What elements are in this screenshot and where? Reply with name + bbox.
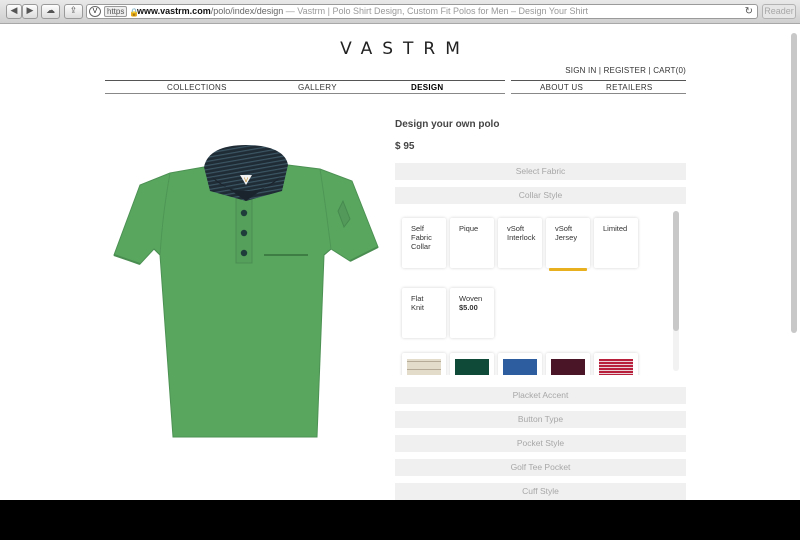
collar-option-vsoft-jersey[interactable]: vSoft Jersey (546, 218, 590, 271)
reader-button[interactable]: Reader (762, 4, 796, 19)
fabric-sample (503, 359, 537, 375)
option-label: vSoft (555, 224, 573, 233)
share-button[interactable]: ⇪ (64, 4, 83, 19)
option-label: Collar (411, 242, 431, 251)
register-link[interactable]: REGISTER (604, 66, 647, 75)
collar-option-limited[interactable]: Limited (594, 218, 638, 268)
collar-option-flat-knit[interactable]: Flat Knit (402, 288, 446, 338)
polo-shirt-preview: V (113, 145, 379, 438)
account-links: SIGN IN | REGISTER | CART(0) (560, 66, 686, 75)
fabric-sample (551, 359, 585, 375)
options-scrollbar-thumb[interactable] (673, 211, 679, 331)
back-button[interactable]: ◀ (6, 4, 22, 19)
collar-option-pique[interactable]: Pique (450, 218, 494, 268)
beige-stripe-swatch[interactable] (402, 353, 446, 375)
nav-about-us[interactable]: ABOUT US (540, 83, 583, 92)
button-icon (240, 249, 248, 257)
section-collar-style[interactable]: Collar Style (395, 187, 686, 204)
red-stripe-swatch[interactable] (594, 353, 638, 375)
collar-option-vsoft-interlock[interactable]: vSoft Interlock (498, 218, 542, 268)
web-page: VASTRM SIGN IN | REGISTER | CART(0) COLL… (0, 25, 800, 500)
sign-in-link[interactable]: SIGN IN (565, 66, 596, 75)
icloud-tabs-button[interactable]: ☁ (41, 4, 60, 19)
fabric-sample (455, 359, 489, 375)
selected-indicator (549, 268, 587, 271)
nav-retailers[interactable]: RETAILERS (606, 83, 653, 92)
address-bar[interactable]: V https 🔒 www.vastrm.com/polo/index/desi… (86, 4, 758, 19)
secondary-nav: ABOUT US RETAILERS (511, 80, 686, 94)
option-label: Interlock (507, 233, 536, 242)
blue-swatch[interactable] (498, 353, 542, 375)
url-path: /polo/index/design (210, 6, 284, 16)
section-select-fabric[interactable]: Select Fabric (395, 163, 686, 180)
page-scrollbar[interactable] (790, 25, 798, 500)
option-label: Self (411, 224, 424, 233)
browser-window: ◀ ▶ ☁ ⇪ V https 🔒 www.vastrm.com/polo/in… (0, 0, 800, 500)
option-label: Woven (459, 294, 483, 303)
option-price: $5.00 (459, 303, 478, 312)
back-arrow-icon: ◀ (10, 6, 18, 16)
section-cuff-style[interactable]: Cuff Style (395, 483, 686, 500)
page-title-text: — Vastrm | Polo Shirt Design, Custom Fit… (283, 6, 589, 16)
cloud-icon: ☁ (46, 6, 55, 16)
forward-arrow-icon: ▶ (26, 6, 34, 16)
fabric-sample (599, 359, 633, 375)
nav-design[interactable]: DESIGN (411, 83, 443, 92)
forward-button[interactable]: ▶ (22, 4, 38, 19)
section-button-type[interactable]: Button Type (395, 411, 686, 428)
option-label: Flat (411, 294, 424, 303)
section-golf-tee-pocket[interactable]: Golf Tee Pocket (395, 459, 686, 476)
collar-options-panel: Self Fabric Collar Pique vSoft Interlock… (395, 207, 686, 375)
option-label: Jersey (555, 233, 578, 242)
collar-option-self-fabric[interactable]: Self Fabric Collar (402, 218, 446, 268)
button-icon (240, 229, 248, 237)
browser-toolbar: ◀ ▶ ☁ ⇪ V https 🔒 www.vastrm.com/polo/in… (0, 0, 800, 24)
options-scrollbar[interactable] (673, 211, 679, 371)
option-label: Limited (603, 224, 628, 233)
page-scrollbar-thumb[interactable] (791, 33, 797, 333)
section-pocket-style[interactable]: Pocket Style (395, 435, 686, 452)
url-text: www.vastrm.com/polo/index/design — Vastr… (137, 5, 588, 18)
dark-green-swatch[interactable] (450, 353, 494, 375)
nav-collections[interactable]: COLLECTIONS (167, 83, 227, 92)
option-label: vSoft (507, 224, 525, 233)
cart-link[interactable]: CART(0) (653, 66, 686, 75)
fabric-sample (407, 359, 441, 375)
main-nav: COLLECTIONS GALLERY DESIGN (105, 80, 505, 94)
collar-option-woven[interactable]: Woven $5.00 (450, 288, 494, 338)
design-title: Design your own polo (395, 119, 500, 130)
option-label: Knit (411, 303, 424, 312)
burgundy-swatch[interactable] (546, 353, 590, 375)
share-icon: ⇪ (69, 6, 78, 16)
design-price: $ 95 (395, 141, 415, 152)
account-separator: | (596, 66, 604, 75)
nav-gallery[interactable]: GALLERY (298, 83, 337, 92)
section-placket-accent[interactable]: Placket Accent (395, 387, 686, 404)
https-badge: https (104, 6, 128, 17)
button-icon (240, 209, 248, 217)
reload-icon[interactable]: ↻ (745, 5, 753, 18)
option-label: Pique (459, 224, 479, 233)
site-favicon-icon: V (89, 6, 101, 17)
url-host: www.vastrm.com (137, 6, 211, 16)
option-label: Fabric (411, 233, 432, 242)
site-logo[interactable]: VASTRM (0, 39, 800, 59)
